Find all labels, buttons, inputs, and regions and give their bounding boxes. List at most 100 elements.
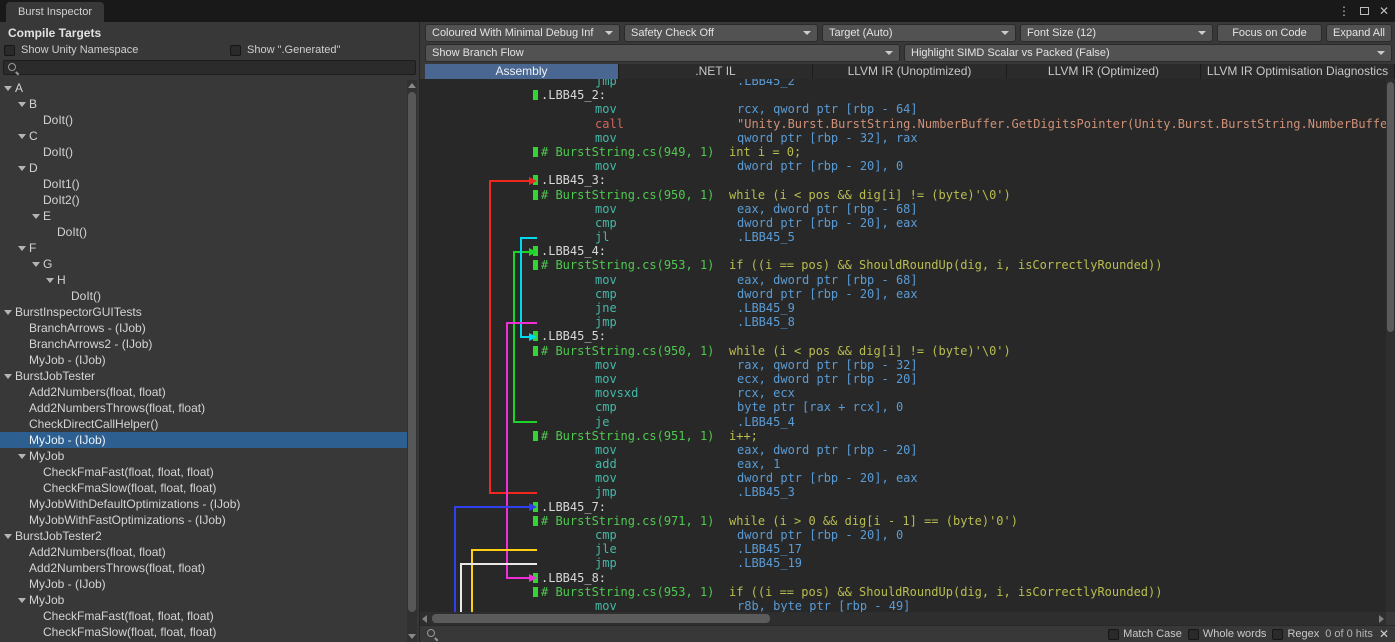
tree-scroll-up-icon[interactable] [408,83,416,88]
tree-item[interactable]: C [0,128,407,144]
foldout-arrow-icon[interactable] [4,374,12,379]
tree-item[interactable]: DoIt() [0,112,407,128]
tab-llvm-ir-optimisation-diagnostics[interactable]: LLVM IR Optimisation Diagnostics [1201,64,1395,79]
tree-item[interactable]: MyJob [0,592,407,608]
assembly-code-view[interactable]: jmp.LBB45_2.LBB45_2:movrcx, qword ptr [r… [420,79,1386,612]
tree-item[interactable]: DoIt2() [0,192,407,208]
target-dropdown[interactable]: Target (Auto) [822,24,1016,42]
tree-item[interactable]: H [0,272,407,288]
whole-words-label: Whole words [1203,628,1267,640]
foldout-arrow-icon[interactable] [18,166,26,171]
tree-item-label: DoIt2() [43,193,80,207]
debug-info-dropdown-label: Coloured With Minimal Debug Inf [432,27,593,39]
expand-all-button[interactable]: Expand All [1326,24,1392,42]
code-line: jle.LBB45_17 [533,542,1386,556]
tree-item[interactable]: DoIt1() [0,176,407,192]
foldout-arrow-icon[interactable] [18,598,26,603]
tree-item[interactable]: F [0,240,407,256]
tree-item[interactable]: CheckFmaSlow(float, float, float) [0,480,407,496]
asm-mnemonic: mov [595,599,737,612]
tree-item[interactable]: Add2NumbersThrows(float, float) [0,560,407,576]
focus-on-code-button[interactable]: Focus on Code [1217,24,1322,42]
tree-item[interactable]: Add2Numbers(float, float) [0,544,407,560]
show-generated-checkbox[interactable] [230,45,241,56]
tree-item-label: BranchArrows2 - (IJob) [29,337,152,351]
tree-item[interactable]: BurstInspectorGUITests [0,304,407,320]
tree-item[interactable]: MyJob - (IJob) [0,576,407,592]
tab-llvm-ir-optimized[interactable]: LLVM IR (Optimized) [1007,64,1201,79]
match-case-checkbox[interactable] [1108,629,1119,640]
scroll-left-icon[interactable] [422,615,427,623]
tab-net-il[interactable]: .NET IL [619,64,813,79]
tree-item[interactable]: D [0,160,407,176]
show-unity-namespace-checkbox[interactable] [4,45,15,56]
asm-mnemonic: movsxd [595,386,737,400]
foldout-arrow-icon[interactable] [18,454,26,459]
regex-group: Regex [1272,628,1319,640]
tree-item[interactable]: DoIt() [0,224,407,240]
window-tab-burst-inspector[interactable]: Burst Inspector [6,2,104,22]
font-size-dropdown[interactable]: Font Size (12) [1020,24,1213,42]
code-search-input[interactable] [444,628,1102,640]
tree-item[interactable]: BurstJobTester2 [0,528,407,544]
scroll-right-icon[interactable] [1379,615,1384,623]
tree-item[interactable]: Add2NumbersThrows(float, float) [0,400,407,416]
tree-item[interactable]: MyJob [0,448,407,464]
foldout-arrow-icon[interactable] [46,278,54,283]
foldout-arrow-icon[interactable] [4,86,12,91]
foldout-arrow-icon[interactable] [32,214,40,219]
tree-item[interactable]: CheckFmaFast(float, float, float) [0,608,407,624]
tree-item[interactable]: A [0,80,407,96]
tree-scrollbar-thumb[interactable] [408,92,416,612]
asm-mnemonic: jmp [595,556,737,570]
foldout-arrow-icon[interactable] [4,534,12,539]
whole-words-checkbox[interactable] [1188,629,1199,640]
tree-item[interactable]: BranchArrows2 - (IJob) [0,336,407,352]
namespace-search-input[interactable] [19,62,412,74]
tab-assembly[interactable]: Assembly [425,64,619,79]
regex-checkbox[interactable] [1272,629,1283,640]
tree-item[interactable]: CheckFmaFast(float, float, float) [0,464,407,480]
code-horizontal-scrollbar-thumb[interactable] [432,614,770,623]
branch-flow-dropdown[interactable]: Show Branch Flow [425,44,900,62]
code-vertical-scrollbar-thumb[interactable] [1387,82,1394,332]
search-close-icon[interactable]: ✕ [1379,627,1389,641]
tree-scroll-down-icon[interactable] [408,634,416,639]
tree-item[interactable]: G [0,256,407,272]
tree-item[interactable]: Add2Numbers(float, float) [0,384,407,400]
tree-item[interactable]: E [0,208,407,224]
code-vertical-scrollbar[interactable] [1386,79,1395,612]
code-horizontal-scrollbar[interactable] [420,612,1386,625]
foldout-arrow-icon[interactable] [4,310,12,315]
asm-mnemonic: add [595,457,737,471]
tree-item[interactable]: MyJobWithDefaultOptimizations - (IJob) [0,496,407,512]
safety-check-dropdown[interactable]: Safety Check Off [624,24,818,42]
foldout-arrow-icon[interactable] [32,262,40,267]
tab-llvm-ir-unoptimized[interactable]: LLVM IR (Unoptimized) [813,64,1007,79]
close-icon[interactable]: ✕ [1379,4,1389,18]
tree-item[interactable]: MyJob - (IJob) [0,352,407,368]
simd-highlight-dropdown[interactable]: Highlight SIMD Scalar vs Packed (False) [904,44,1392,62]
tree-item-label: MyJob [29,593,64,607]
maximize-icon[interactable] [1360,7,1369,15]
foldout-arrow-icon[interactable] [18,102,26,107]
tree-item[interactable]: B [0,96,407,112]
tree-item[interactable]: CheckDirectCallHelper() [0,416,407,432]
code-line: movsxdrcx, ecx [533,386,1386,400]
tree-item[interactable]: CheckFmaSlow(float, float, float) [0,624,407,640]
tree-item[interactable]: MyJob - (IJob) [0,432,407,448]
block-marker-icon [533,175,538,185]
whole-words-group: Whole words [1188,628,1267,640]
foldout-arrow-icon[interactable] [18,134,26,139]
tree-scrollbar[interactable] [407,80,417,642]
debug-info-dropdown[interactable]: Coloured With Minimal Debug Inf [425,24,620,42]
tree-item-label: CheckFmaSlow(float, float, float) [43,481,216,495]
tree-item[interactable]: BranchArrows - (IJob) [0,320,407,336]
code-line: moveax, dword ptr [rbp - 68] [533,273,1386,287]
tree-item[interactable]: MyJobWithFastOptimizations - (IJob) [0,512,407,528]
tree-item[interactable]: BurstJobTester [0,368,407,384]
tree-item[interactable]: DoIt() [0,144,407,160]
foldout-arrow-icon[interactable] [18,246,26,251]
kebab-menu-icon[interactable]: ⋮ [1338,4,1350,18]
tree-item[interactable]: DoIt() [0,288,407,304]
